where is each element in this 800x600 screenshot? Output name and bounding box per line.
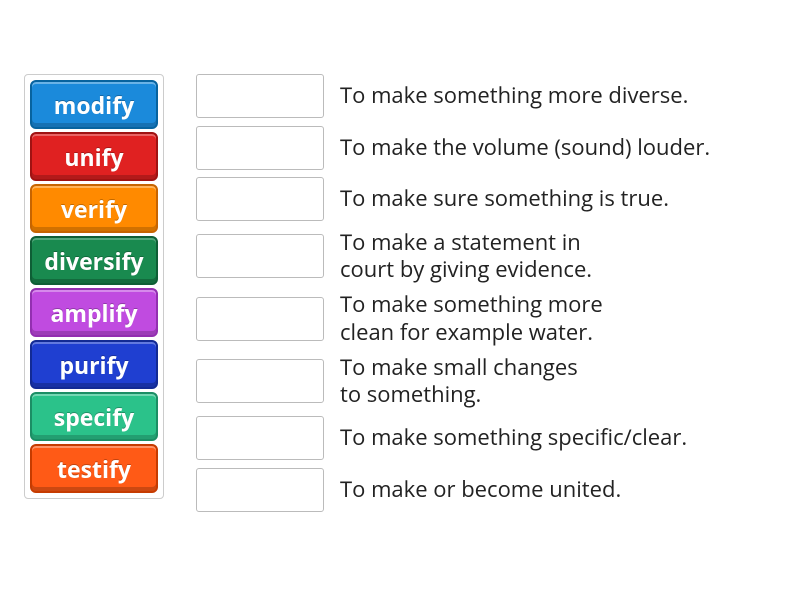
definition-list: To make something more diverse. To make … — [196, 74, 710, 512]
word-tile-specify[interactable]: specify — [30, 392, 158, 441]
definition-row: To make something more diverse. — [196, 74, 710, 118]
word-tile-unify[interactable]: unify — [30, 132, 158, 181]
definition-text: To make something more clean for example… — [340, 291, 630, 346]
definition-row: To make something specific/clear. — [196, 416, 710, 460]
word-tile-verify[interactable]: verify — [30, 184, 158, 233]
definition-row: To make something more clean for example… — [196, 291, 710, 346]
definition-text: To make small changes to something. — [340, 354, 580, 409]
definition-row: To make or become united. — [196, 468, 710, 512]
drop-slot[interactable] — [196, 468, 324, 512]
definition-text: To make a statement in court by giving e… — [340, 229, 630, 284]
drop-slot[interactable] — [196, 416, 324, 460]
drop-slot[interactable] — [196, 126, 324, 170]
word-tile-modify[interactable]: modify — [30, 80, 158, 129]
drop-slot[interactable] — [196, 297, 324, 341]
drop-slot[interactable] — [196, 234, 324, 278]
drop-slot[interactable] — [196, 74, 324, 118]
drop-slot[interactable] — [196, 359, 324, 403]
definition-row: To make the volume (sound) louder. — [196, 126, 710, 170]
definition-text: To make something more diverse. — [340, 82, 688, 110]
definition-text: To make something specific/clear. — [340, 424, 687, 452]
definition-text: To make or become united. — [340, 476, 621, 504]
definition-text: To make the volume (sound) louder. — [340, 134, 710, 162]
word-tile-diversify[interactable]: diversify — [30, 236, 158, 285]
definition-row: To make a statement in court by giving e… — [196, 229, 710, 284]
word-tile-amplify[interactable]: amplify — [30, 288, 158, 337]
matching-exercise: modify unify verify diversify amplify pu… — [0, 0, 800, 586]
drop-slot[interactable] — [196, 177, 324, 221]
word-bank: modify unify verify diversify amplify pu… — [24, 74, 164, 499]
word-tile-testify[interactable]: testify — [30, 444, 158, 493]
word-tile-purify[interactable]: purify — [30, 340, 158, 389]
definition-row: To make sure something is true. — [196, 177, 710, 221]
definition-text: To make sure something is true. — [340, 185, 669, 213]
definition-row: To make small changes to something. — [196, 354, 710, 409]
